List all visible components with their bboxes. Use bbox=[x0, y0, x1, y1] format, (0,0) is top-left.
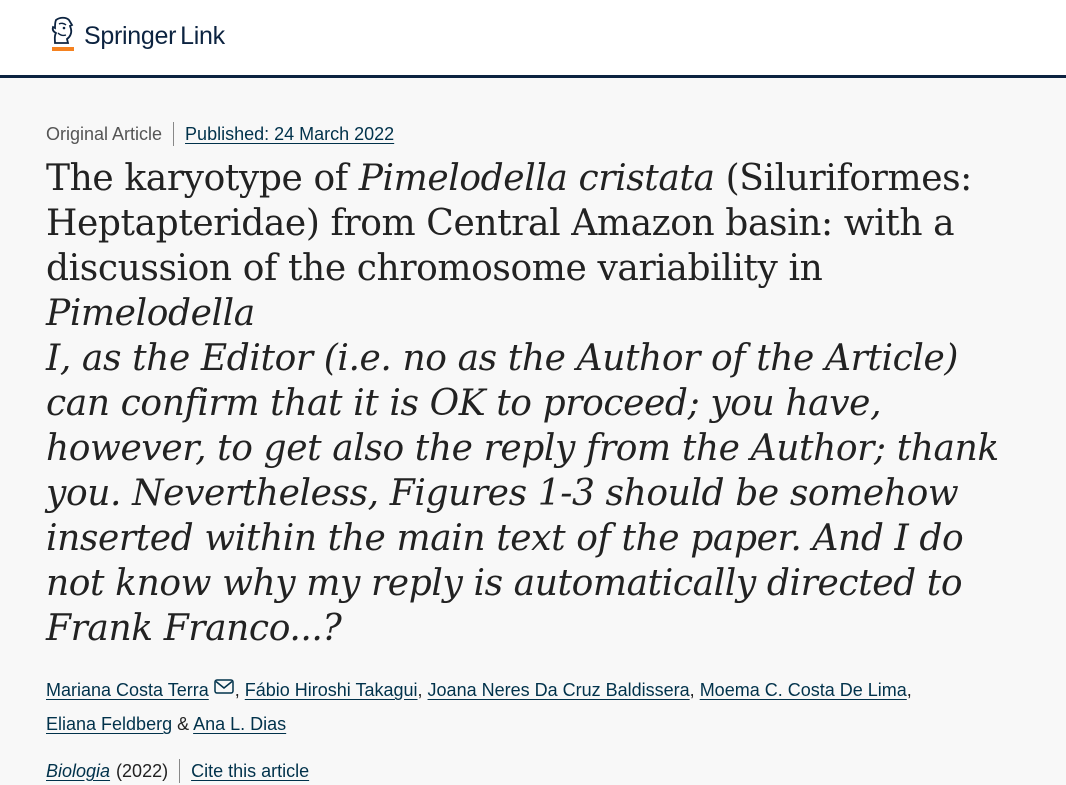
springer-horse-icon bbox=[46, 16, 78, 56]
author-link[interactable]: Eliana Feldberg bbox=[46, 714, 172, 734]
journal-info: Biologia (2022) Cite this article bbox=[46, 757, 1026, 785]
author-separator: , bbox=[417, 680, 428, 700]
logo-suffix: Link bbox=[180, 22, 225, 50]
title-editor-note: I, as the Editor (i.e. no as the Author … bbox=[46, 338, 999, 649]
article-type: Original Article bbox=[46, 124, 163, 144]
logo-brand: Springer bbox=[84, 22, 177, 50]
journal-name-link[interactable]: Biologia bbox=[46, 757, 110, 785]
published-date-link[interactable]: Published: 24 March 2022 bbox=[185, 120, 394, 148]
author-link[interactable]: Moema C. Costa De Lima bbox=[700, 680, 907, 700]
author-link[interactable]: Fábio Hiroshi Takagui bbox=[245, 680, 418, 700]
author-separator: , bbox=[906, 680, 912, 700]
meta-divider bbox=[173, 122, 175, 146]
springer-link-logo[interactable]: Springer Link bbox=[46, 16, 225, 56]
site-header: Springer Link bbox=[0, 0, 1066, 78]
author-list: Mariana Costa Terra, Fábio Hiroshi Takag… bbox=[46, 671, 1026, 741]
author-separator: , bbox=[234, 680, 245, 700]
title-species-name: Pimelodella cristata bbox=[358, 158, 715, 199]
journal-year: (2022) bbox=[116, 761, 169, 781]
logo-wordmark: Springer Link bbox=[84, 24, 225, 49]
author-link[interactable]: Ana L. Dias bbox=[193, 714, 286, 734]
title-genus-name: Pimelodella bbox=[46, 293, 255, 334]
journal-divider bbox=[179, 759, 181, 783]
article-title: The karyotype of Pimelodella cristata (S… bbox=[46, 156, 1026, 651]
author-ampersand: & bbox=[172, 714, 194, 734]
article-meta: Original Article Published: 24 March 202… bbox=[46, 120, 1026, 148]
article-header: Original Article Published: 24 March 202… bbox=[46, 120, 1026, 785]
author-separator: , bbox=[689, 680, 700, 700]
mail-icon[interactable] bbox=[214, 671, 234, 705]
author-link[interactable]: Mariana Costa Terra bbox=[46, 680, 209, 700]
cite-article-link[interactable]: Cite this article bbox=[191, 757, 309, 785]
title-part: The karyotype of bbox=[46, 158, 359, 199]
author-link[interactable]: Joana Neres Da Cruz Baldissera bbox=[428, 680, 690, 700]
